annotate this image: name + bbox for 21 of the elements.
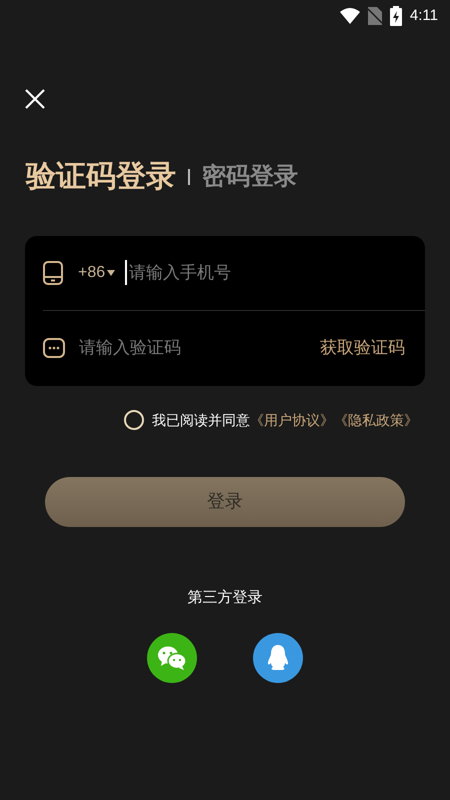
agreement-checkbox[interactable] [124,410,144,430]
no-sim-icon [368,7,382,25]
caret-icon [107,270,116,276]
message-icon [43,338,65,358]
login-tab[interactable]: 密码登录 [202,162,298,192]
phone-input-field[interactable]: 请输入手机号 [125,260,409,286]
wifi-icon [340,8,360,24]
third-party-title: 第三方登录 [188,588,262,608]
chat-bubbles-icon[interactable] [147,633,197,683]
country-code-dropdown[interactable]: +86 [78,260,116,284]
code-input-field[interactable]: 请输入验证码 [79,335,320,361]
battery-charging-icon [390,6,402,26]
policy-link[interactable]: 《用户协议》 [250,410,334,430]
penguin-icon[interactable] [253,633,303,683]
policy-link[interactable]: 《隐私政策》 [334,410,418,430]
get-code-link[interactable]: 获取验证码 [320,335,405,361]
login-tab[interactable]: 验证码登录 [26,158,176,196]
phone-icon [43,260,63,284]
agreement-text: 我已阅读并同意 [152,410,250,430]
close-icon[interactable] [24,88,46,110]
clock-time: 4:11 [410,6,438,26]
